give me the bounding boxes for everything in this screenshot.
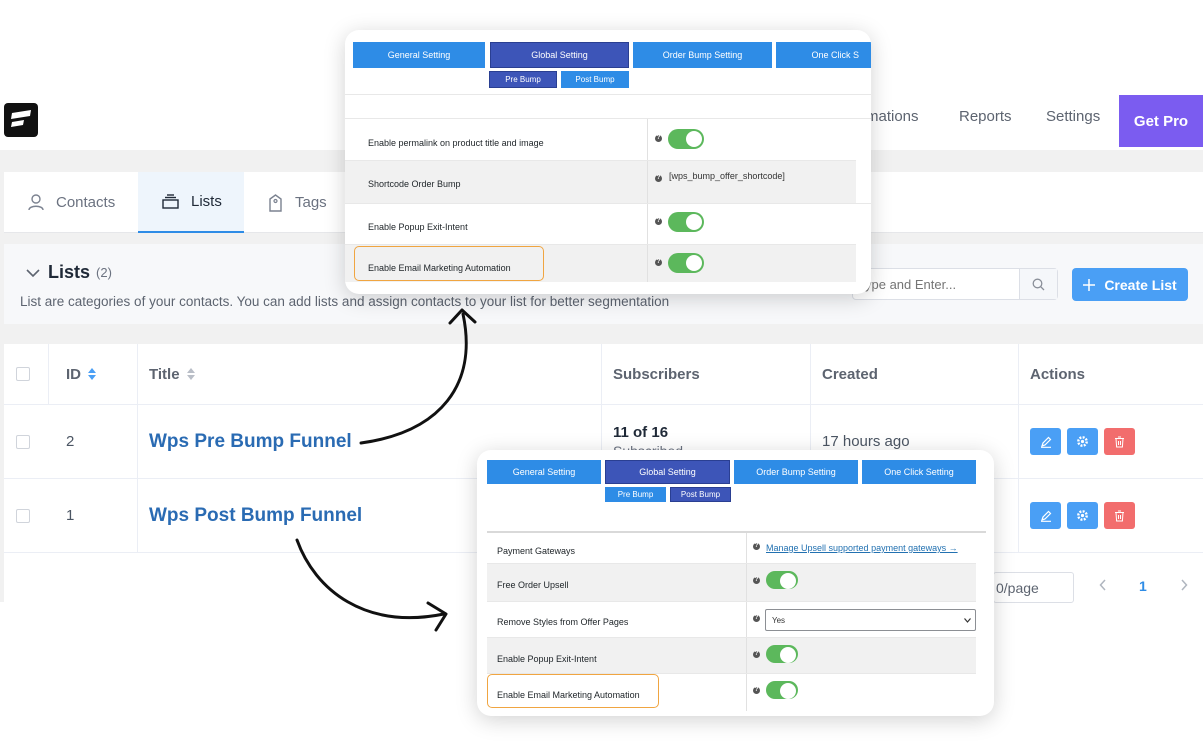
help-icon[interactable]: ? — [753, 687, 760, 694]
setting-label: Enable Popup Exit-Intent — [368, 222, 468, 232]
help-icon[interactable]: ? — [753, 543, 760, 550]
setting-row: Free Order Upsell ? — [487, 563, 976, 601]
remove-styles-select[interactable]: Yes — [765, 609, 976, 631]
setting-row: Remove Styles from Offer Pages ? Yes — [487, 601, 976, 637]
highlight-email-automation — [487, 674, 659, 708]
email-automation-toggle[interactable] — [766, 681, 798, 699]
setting-label: Free Order Upsell — [497, 580, 569, 590]
subtab-post-bump[interactable]: Post Bump — [670, 487, 731, 502]
setting-label: Enable Popup Exit-Intent — [497, 654, 597, 664]
setting-row: Enable Popup Exit-Intent ? — [487, 637, 976, 673]
help-icon[interactable]: ? — [655, 135, 662, 142]
tab-general-setting[interactable]: General Setting — [353, 42, 485, 68]
setting-label: Shortcode Order Bump — [368, 179, 461, 189]
tab-order-bump-setting[interactable]: Order Bump Setting — [734, 460, 858, 484]
tab-global-setting[interactable]: Global Setting — [490, 42, 629, 68]
manage-gateways-link[interactable]: Manage Upsell supported payment gateways… — [766, 543, 958, 553]
help-icon[interactable]: ? — [655, 218, 662, 225]
tab-one-click-setting[interactable]: One Click S — [776, 42, 871, 68]
setting-row: Enable permalink on product title and im… — [345, 118, 871, 160]
shortcode-value: [wps_bump_offer_shortcode] — [669, 171, 785, 181]
setting-label: Remove Styles from Offer Pages — [497, 617, 629, 627]
tab-global-setting[interactable]: Global Setting — [605, 460, 730, 484]
global-settings-panel-bottom: General Setting Global Setting Order Bum… — [477, 450, 994, 716]
tab-one-click-setting[interactable]: One Click Setting — [862, 460, 976, 484]
subtab-post-bump[interactable]: Post Bump — [561, 71, 629, 88]
setting-label: Enable permalink on product title and im… — [368, 138, 544, 148]
free-order-upsell-toggle[interactable] — [766, 571, 798, 589]
help-icon[interactable]: ? — [753, 577, 760, 584]
help-icon[interactable]: ? — [753, 615, 760, 622]
email-automation-toggle[interactable] — [668, 253, 704, 273]
chevron-down-icon — [964, 618, 971, 623]
popup-exit-intent-toggle[interactable] — [766, 645, 798, 663]
help-icon[interactable]: ? — [753, 651, 760, 658]
subtab-pre-bump[interactable]: Pre Bump — [605, 487, 666, 502]
tab-order-bump-setting[interactable]: Order Bump Setting — [633, 42, 772, 68]
subtab-pre-bump[interactable]: Pre Bump — [489, 71, 557, 88]
setting-row: Enable Popup Exit-Intent ? — [345, 203, 871, 244]
help-icon[interactable]: ? — [655, 259, 662, 266]
help-icon[interactable]: ? — [655, 175, 662, 182]
highlight-email-automation — [354, 246, 544, 281]
setting-row: Shortcode Order Bump ? [wps_bump_offer_s… — [345, 160, 856, 203]
popup-exit-intent-toggle[interactable] — [668, 212, 704, 232]
setting-label: Payment Gateways — [497, 546, 576, 556]
permalink-toggle[interactable] — [668, 129, 704, 149]
setting-row: Payment Gateways ? Manage Upsell support… — [487, 531, 986, 563]
global-settings-panel-top: General Setting Global Setting Order Bum… — [345, 30, 871, 294]
remove-styles-value: Yes — [772, 616, 786, 625]
tab-general-setting[interactable]: General Setting — [487, 460, 601, 484]
panel-spacer — [345, 94, 871, 118]
